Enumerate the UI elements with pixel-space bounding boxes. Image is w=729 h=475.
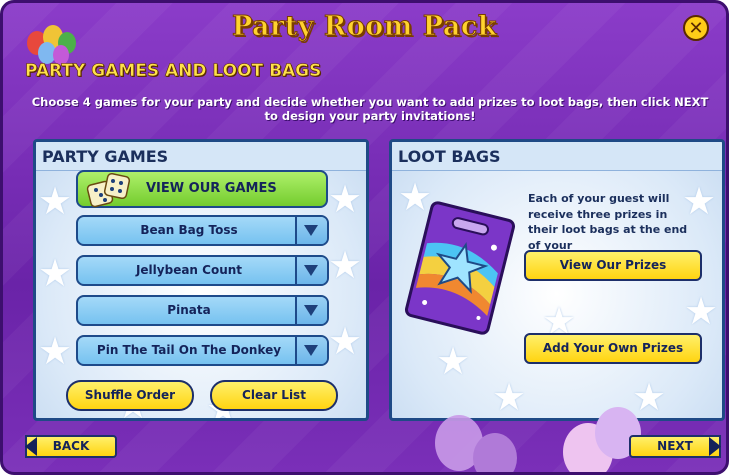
game-slot-1-select[interactable]: Bean Bag Toss — [76, 215, 329, 246]
next-arrow-icon — [709, 437, 721, 456]
dice-icon — [86, 172, 131, 208]
instructions-text: Choose 4 games for your party and decide… — [31, 95, 709, 123]
game-slot-4-value: Pin The Tail On The Donkey — [96, 343, 282, 357]
game-slot-3-select[interactable]: Pinata — [76, 295, 329, 326]
game-slot-2-value: Jellybean Count — [135, 263, 243, 277]
star-decoration: ★ — [38, 251, 73, 295]
next-label: NEXT — [657, 439, 693, 453]
dropdown-arrow-icon[interactable] — [295, 257, 327, 284]
back-label: BACK — [52, 439, 90, 453]
game-slot-2-select[interactable]: Jellybean Count — [76, 255, 329, 286]
view-our-games-button[interactable]: VIEW OUR GAMES — [76, 170, 328, 208]
star-decoration: ★ — [632, 375, 667, 419]
back-arrow-icon — [25, 437, 37, 456]
star-decoration: ★ — [38, 179, 73, 223]
party-games-panel: ★ ★ ★ ★ ★ ★ ★ ★ PARTY GAMES VIEW OUR GAM… — [33, 139, 369, 421]
party-games-header: PARTY GAMES — [36, 142, 366, 171]
balloon-decoration — [473, 433, 517, 472]
star-decoration: ★ — [684, 289, 719, 333]
star-decoration: ★ — [328, 319, 363, 363]
star-decoration: ★ — [492, 375, 527, 419]
loot-bag-icon — [404, 201, 516, 335]
dropdown-arrow-icon[interactable] — [295, 217, 327, 244]
loot-bags-heading: LOOT BAGS — [398, 147, 501, 166]
game-slot-4-select[interactable]: Pin The Tail On The Donkey — [76, 335, 329, 366]
star-decoration: ★ — [328, 243, 363, 287]
star-decoration: ★ — [38, 329, 73, 373]
dropdown-arrow-icon[interactable] — [295, 337, 327, 364]
close-icon[interactable]: ✕ — [683, 15, 709, 41]
shuffle-order-button[interactable]: Shuffle Order — [66, 380, 194, 411]
dropdown-arrow-icon[interactable] — [295, 297, 327, 324]
game-slot-3-value: Pinata — [167, 303, 211, 317]
star-decoration: ★ — [328, 177, 363, 221]
game-slot-1-value: Bean Bag Toss — [140, 223, 238, 237]
loot-bags-header: LOOT BAGS — [392, 142, 722, 171]
section-subtitle: PARTY GAMES AND LOOT BAGS — [25, 61, 322, 82]
add-your-own-prizes-button[interactable]: Add Your Own Prizes — [524, 333, 702, 364]
party-games-heading: PARTY GAMES — [42, 147, 169, 166]
loot-bags-description: Each of your guest will receive three pr… — [528, 192, 688, 252]
next-button[interactable]: NEXT — [629, 435, 721, 458]
party-room-pack-window: Party Room Pack ✕ PARTY GAMES AND LOOT B… — [0, 0, 729, 475]
loot-bags-panel: ★ ★ ★ ★ ★ ★ ★ LOOT BAGS Each of your gue… — [389, 139, 725, 421]
clear-list-button[interactable]: Clear List — [210, 380, 338, 411]
view-our-prizes-button[interactable]: View Our Prizes — [524, 250, 702, 281]
view-our-games-label: VIEW OUR GAMES — [146, 181, 277, 196]
star-decoration: ★ — [436, 339, 471, 383]
window-title: Party Room Pack — [231, 11, 497, 43]
back-button[interactable]: BACK — [25, 435, 117, 458]
